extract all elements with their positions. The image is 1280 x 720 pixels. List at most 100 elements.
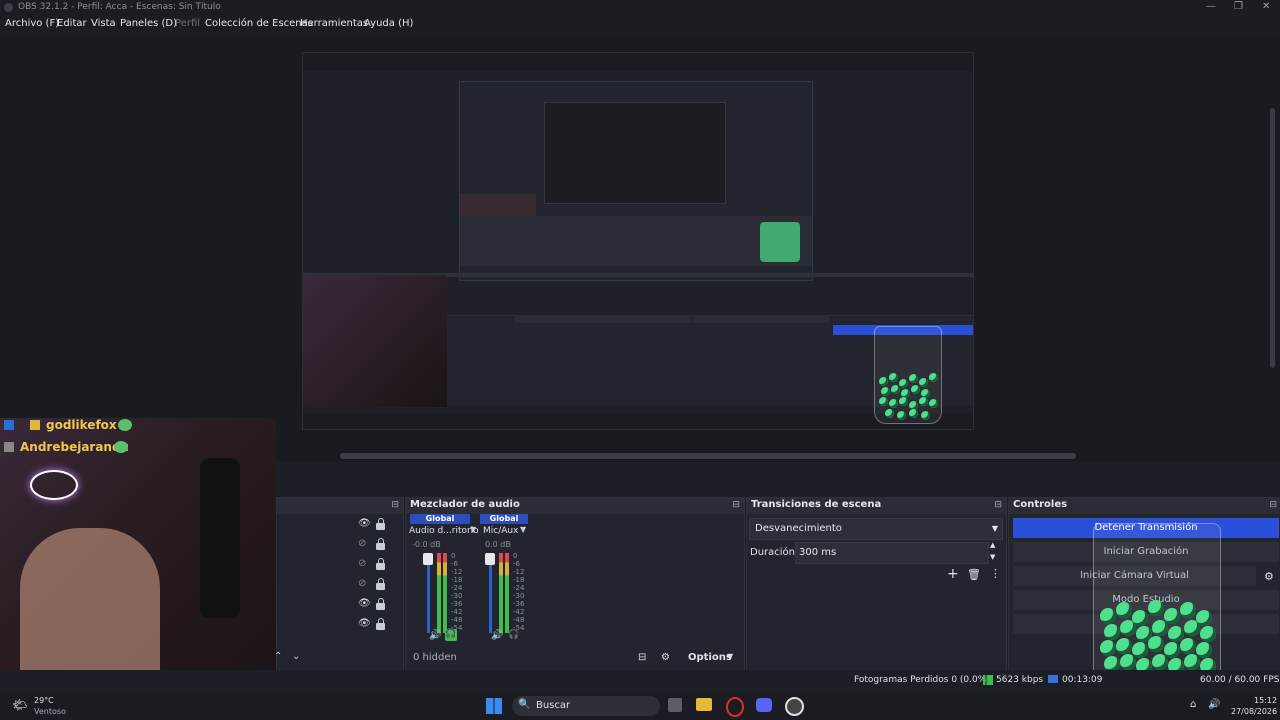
candy-jar-preview <box>874 326 942 424</box>
duration-input[interactable]: 300 ms <box>795 542 989 564</box>
lock-icon[interactable] <box>376 538 386 551</box>
task-view-icon[interactable] <box>668 698 682 712</box>
speaker-icon[interactable]: 🔊 <box>429 630 441 641</box>
status-bar: Fotogramas Perdidos 0 (0.0%) 5623 kbps 0… <box>0 670 1280 692</box>
chevron-down-icon[interactable]: ▼ <box>520 525 526 534</box>
minimize-icon[interactable]: — <box>1206 1 1216 12</box>
audio-meter-2b <box>505 553 509 633</box>
vertical-scrollbar[interactable] <box>1270 108 1275 368</box>
discord-icon[interactable] <box>756 698 772 712</box>
lock-icon[interactable] <box>376 518 386 531</box>
lock-icon[interactable] <box>376 578 386 591</box>
close-icon[interactable]: ✕ <box>1262 1 1270 12</box>
menu-paneles[interactable]: Paneles (D) <box>120 18 177 29</box>
crown-icon <box>30 420 40 430</box>
nested-window <box>459 81 813 281</box>
weather-icon[interactable]: 🌤 <box>12 698 27 712</box>
windows-start-icon[interactable] <box>486 698 502 714</box>
audio-meter-1b <box>443 553 447 633</box>
transition-selected-value: Desvanecimiento <box>755 523 842 534</box>
more-icon[interactable]: ⋮ <box>990 567 1001 580</box>
transition-select[interactable]: Desvanecimiento ▼ <box>749 518 1003 540</box>
volume-knob-2[interactable] <box>485 553 495 565</box>
chat-user-1: godlikefox : <box>46 418 126 432</box>
volume-slider-1[interactable] <box>427 553 430 633</box>
menu-editar[interactable]: Editar <box>57 18 87 29</box>
opera-icon[interactable] <box>726 697 744 717</box>
horizontal-scrollbar[interactable] <box>340 453 1076 459</box>
mixer-db-2: 0.0 dB <box>485 540 511 549</box>
windows-taskbar: 🌤 29°C Ventoso 🔍 Buscar 15:12 27/08/2026… <box>0 692 1280 720</box>
pepe-emote-icon <box>118 419 132 431</box>
weather-desc: Ventoso <box>34 707 66 716</box>
move-down-icon[interactable]: ⌄ <box>292 651 300 662</box>
lock-icon[interactable] <box>376 618 386 631</box>
taskbar-search[interactable]: 🔍 Buscar <box>512 696 660 716</box>
headphones-icon[interactable]: 🎧 <box>508 630 519 640</box>
maximize-icon[interactable]: ❐ <box>1234 1 1243 12</box>
visibility-hidden-icon[interactable]: ⊘ <box>358 538 370 549</box>
duration-label: Duración <box>750 547 796 558</box>
headphones-icon[interactable]: 🎧 <box>445 629 457 641</box>
dock-menu-icon[interactable]: ⊟ <box>732 500 740 510</box>
obs-taskbar-icon[interactable] <box>785 697 804 716</box>
chevron-down-icon: ▼ <box>991 524 998 533</box>
chevron-down-icon[interactable]: ▼ <box>727 652 733 661</box>
mixer-badge-2: Global <box>480 514 528 524</box>
db-scale-1: 0 -6 -12 -18 -24 -30 -36 -42 -48 -54 <box>451 552 463 632</box>
network-icon[interactable]: ⌂ <box>1190 699 1196 710</box>
stepper-up-icon[interactable]: ▲ <box>990 541 995 549</box>
badge-icon <box>4 420 14 430</box>
menu-vista[interactable]: Vista <box>91 18 116 29</box>
menu-perfil[interactable]: Perfil <box>175 18 200 29</box>
virtual-camera-settings-icon[interactable]: ⚙ <box>1264 570 1274 583</box>
add-transition-icon[interactable]: + <box>947 566 959 582</box>
badge-icon <box>4 442 14 452</box>
weather-temp: 29°C <box>34 696 54 705</box>
clock-time: 15:12 <box>1254 696 1278 705</box>
dock-menu-icon[interactable]: ⊟ <box>1269 500 1277 510</box>
pepe-emote-icon <box>114 441 128 453</box>
signal-bars-icon <box>983 675 993 685</box>
db-scale-2: 0 -6 -12 -18 -24 -30 -36 -42 -48 -54 <box>513 552 525 632</box>
file-explorer-icon[interactable] <box>696 698 712 711</box>
mixer-layout-icon[interactable]: ⊟ <box>638 652 646 663</box>
frames-dropped: Fotogramas Perdidos 0 (0.0%) <box>854 675 990 685</box>
visibility-eye-icon[interactable]: 👁 <box>358 518 371 529</box>
visibility-hidden-icon[interactable]: ⊘ <box>358 558 370 569</box>
duration-value: 300 ms <box>799 547 837 558</box>
menu-archivo[interactable]: Archivo (F) <box>5 18 59 29</box>
search-icon: 🔍 <box>518 699 531 710</box>
stream-status-icon <box>1048 675 1058 683</box>
menu-herramientas[interactable]: Herramientas <box>300 18 368 29</box>
streamer-figure <box>20 528 160 676</box>
planet-neon-icon <box>30 470 78 500</box>
microphone <box>200 458 240 618</box>
audio-mixer-title: Mezclador de audio <box>410 499 520 510</box>
dock-menu-icon[interactable]: ⊟ <box>994 500 1002 510</box>
mixer-settings-icon[interactable]: ⚙ <box>661 652 670 663</box>
controls-title: Controles <box>1013 499 1068 510</box>
mixer-channel-name-2: Mic/Aux <box>483 526 519 536</box>
preview-area[interactable] <box>0 34 1280 462</box>
menu-coleccion[interactable]: Colección de Escenas <box>205 18 313 29</box>
menu-bar: Archivo (F) Editar Vista Paneles (D) Per… <box>0 14 1280 34</box>
visibility-eye-icon[interactable]: 👁 <box>358 618 371 629</box>
visibility-eye-icon[interactable]: 👁 <box>358 598 371 609</box>
volume-knob-1[interactable] <box>423 553 433 565</box>
trash-icon[interactable]: 🗑 <box>967 568 981 581</box>
visibility-hidden-icon[interactable]: ⊘ <box>358 578 370 589</box>
lock-icon[interactable] <box>376 558 386 571</box>
lock-icon[interactable] <box>376 598 386 611</box>
stepper-down-icon[interactable]: ▼ <box>990 553 995 561</box>
obs-logo-icon <box>4 3 13 12</box>
chat-user-2: Andrebejarano : <box>20 440 130 454</box>
dock-menu-icon[interactable]: ⊟ <box>391 500 399 510</box>
volume-slider-2[interactable] <box>489 553 492 633</box>
options-button[interactable]: Options <box>688 652 732 663</box>
chevron-down-icon[interactable]: ▼ <box>470 525 476 534</box>
menu-ayuda[interactable]: Ayuda (H) <box>364 18 413 29</box>
volume-icon[interactable]: 🔊 <box>1208 699 1220 710</box>
fps-counter: 60.00 / 60.00 FPS <box>1200 675 1280 685</box>
speaker-icon[interactable]: 🔊 <box>491 630 503 641</box>
